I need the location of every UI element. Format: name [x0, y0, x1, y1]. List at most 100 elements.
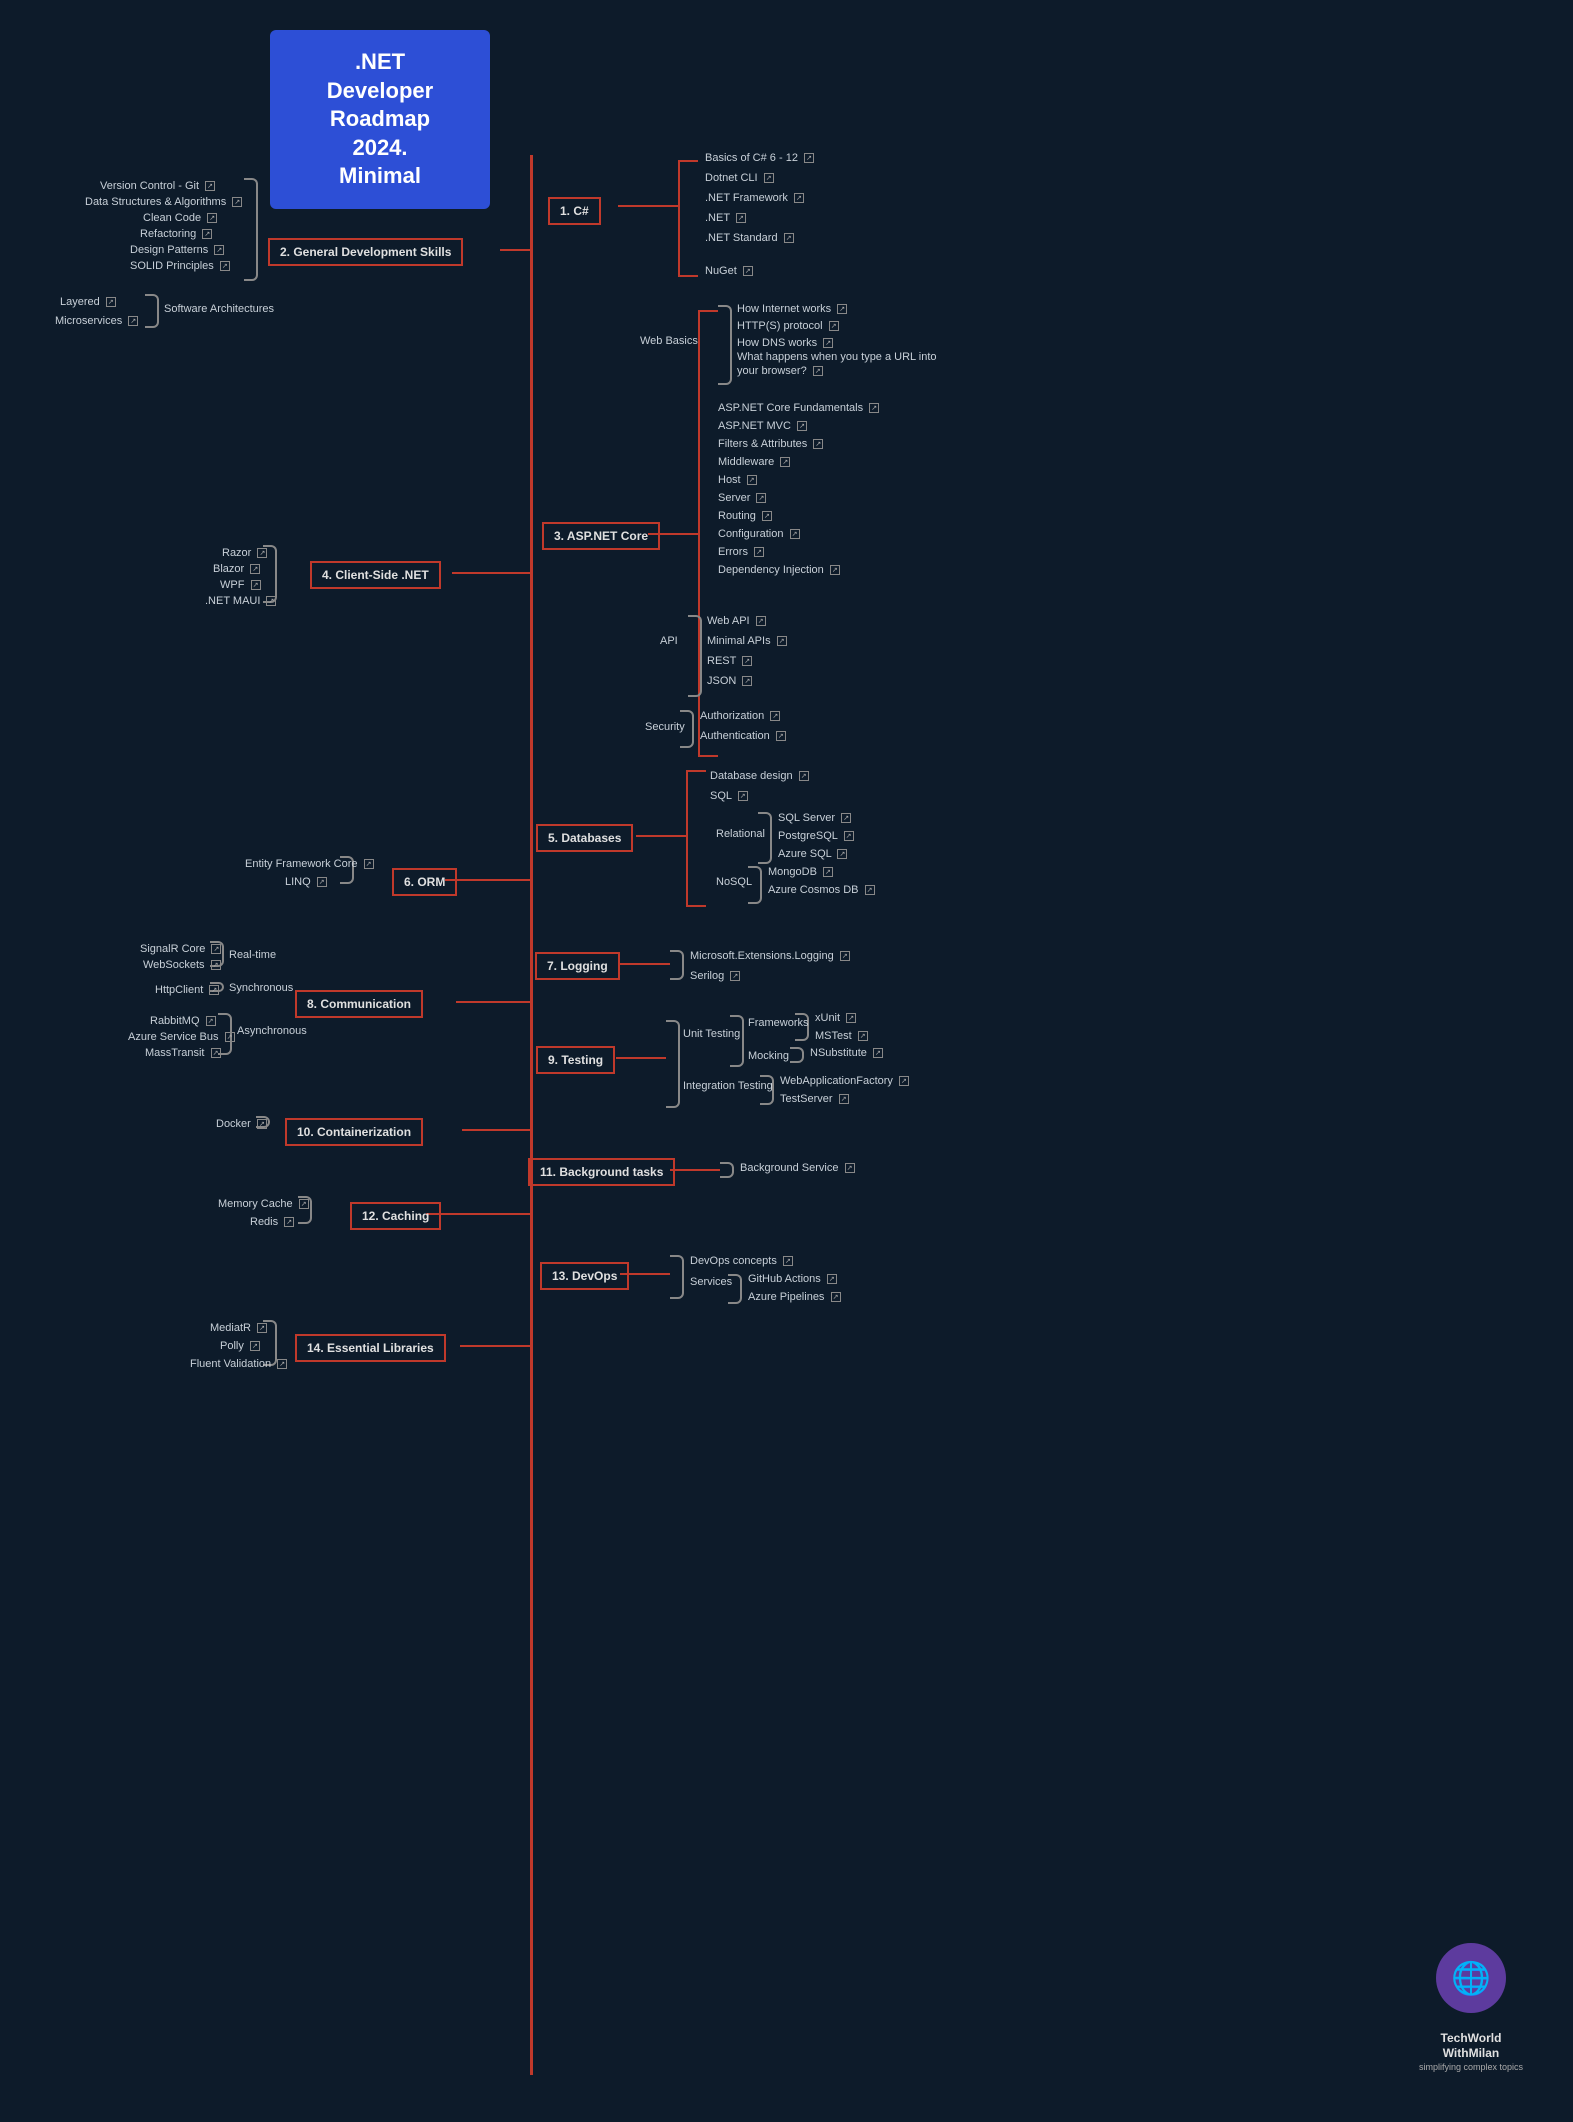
aspnet-server[interactable]: Server ↗ — [718, 492, 766, 504]
orm-ef[interactable]: Entity Framework Core ↗ — [245, 858, 374, 870]
aspnet-routing[interactable]: Routing ↗ — [718, 510, 772, 522]
csharp-nuget[interactable]: NuGet ↗ — [705, 265, 753, 277]
aspnet-web-api[interactable]: Web API ↗ — [707, 615, 766, 627]
clientside-maui[interactable]: .NET MAUI ↗ — [205, 595, 276, 607]
clientside-razor[interactable]: Razor ↗ — [222, 547, 267, 559]
essential-polly[interactable]: Polly ↗ — [220, 1340, 260, 1352]
comm-rabbitmq[interactable]: RabbitMQ ↗ — [150, 1015, 216, 1027]
container-docker[interactable]: Docker ↗ — [216, 1118, 267, 1130]
db-sqlserver[interactable]: SQL Server ↗ — [778, 812, 851, 824]
aspnet-authorization[interactable]: Authorization ↗ — [700, 710, 780, 722]
csharp-net[interactable]: .NET ↗ — [705, 212, 746, 224]
node-orm: 6. ORM — [392, 868, 457, 896]
aspnet-errors[interactable]: Errors ↗ — [718, 546, 764, 558]
realtime-label: Real-time — [229, 949, 276, 961]
db-mongodb[interactable]: MongoDB ↗ — [768, 866, 833, 878]
devops-services-label: Services — [690, 1276, 732, 1288]
testing-webappfactory[interactable]: WebApplicationFactory ↗ — [780, 1075, 909, 1087]
unit-testing-label: Unit Testing — [683, 1028, 740, 1040]
comm-h — [456, 1001, 532, 1003]
logging-ms[interactable]: Microsoft.Extensions.Logging ↗ — [690, 950, 850, 962]
devops-azure-pipelines[interactable]: Azure Pipelines ↗ — [748, 1291, 841, 1303]
aspnet-https[interactable]: HTTP(S) protocol ↗ — [737, 320, 839, 332]
csharp-net-framework[interactable]: .NET Framework ↗ — [705, 192, 804, 204]
aspnet-minimal-apis[interactable]: Minimal APIs ↗ — [707, 635, 787, 647]
aspnet-config[interactable]: Configuration ↗ — [718, 528, 800, 540]
gen-version-control[interactable]: Version Control - Git ↗ — [100, 180, 215, 192]
cache-memory[interactable]: Memory Cache ↗ — [218, 1198, 309, 1210]
aspnet-json[interactable]: JSON ↗ — [707, 675, 752, 687]
db-postgresql[interactable]: PostgreSQL ↗ — [778, 830, 854, 842]
db-bot — [686, 905, 706, 907]
arch-bracket — [145, 294, 159, 328]
aspnet-bot — [698, 755, 718, 757]
aspnet-mvc[interactable]: ASP.NET MVC ↗ — [718, 420, 807, 432]
aspnet-top — [698, 310, 718, 312]
clientside-blazor[interactable]: Blazor ↗ — [213, 563, 260, 575]
comm-masstransit[interactable]: MassTransit ↗ — [145, 1047, 221, 1059]
bg-bracket — [720, 1162, 734, 1178]
aspnet-dns[interactable]: How DNS works ↗ — [737, 337, 833, 349]
cache-h — [426, 1213, 532, 1215]
comm-httpclient[interactable]: HttpClient ↗ — [155, 984, 219, 996]
aspnet-url[interactable]: What happens when you type a URL into yo… — [737, 350, 957, 379]
aspnet-filters[interactable]: Filters & Attributes ↗ — [718, 438, 823, 450]
bg-h — [670, 1169, 720, 1171]
gen-design-patterns[interactable]: Design Patterns ↗ — [130, 244, 224, 256]
csharp-basics[interactable]: Basics of C# 6 - 12 ↗ — [705, 152, 814, 164]
db-azuresql[interactable]: Azure SQL ↗ — [778, 848, 847, 860]
csharp-net-standard[interactable]: .NET Standard ↗ — [705, 232, 794, 244]
gen-refactoring[interactable]: Refactoring ↗ — [140, 228, 212, 240]
db-h-right — [636, 835, 686, 837]
cache-redis[interactable]: Redis ↗ — [250, 1216, 294, 1228]
devops-github-actions[interactable]: GitHub Actions ↗ — [748, 1273, 837, 1285]
db-v-right — [686, 770, 688, 905]
csharp-h-top — [678, 160, 698, 162]
frameworks-label: Frameworks — [748, 1017, 809, 1029]
mocking-bracket — [790, 1047, 804, 1063]
testing-outer-bracket — [666, 1020, 680, 1108]
node-essential: 14. Essential Libraries — [295, 1334, 446, 1362]
comm-servicebus[interactable]: Azure Service Bus ↗ — [128, 1031, 235, 1043]
aspnet-fundamentals[interactable]: ASP.NET Core Fundamentals ↗ — [718, 402, 879, 414]
csharp-dotnet-cli[interactable]: Dotnet CLI ↗ — [705, 172, 774, 184]
node-databases: 5. Databases — [536, 824, 633, 852]
gen-data-structures[interactable]: Data Structures & Algorithms ↗ — [85, 196, 242, 208]
comm-signalr[interactable]: SignalR Core ↗ — [140, 943, 221, 955]
api-label: API — [660, 635, 678, 647]
aspnet-middleware[interactable]: Middleware ↗ — [718, 456, 790, 468]
aspnet-rest[interactable]: REST ↗ — [707, 655, 752, 667]
gen-microservices[interactable]: Microservices ↗ — [55, 315, 138, 327]
db-sql[interactable]: SQL ↗ — [710, 790, 748, 802]
essential-fluent[interactable]: Fluent Validation ↗ — [190, 1358, 287, 1370]
general-h-line — [500, 249, 532, 251]
bg-service[interactable]: Background Service ↗ — [740, 1162, 855, 1174]
clientside-wpf[interactable]: WPF ↗ — [220, 579, 261, 591]
aspnet-host[interactable]: Host ↗ — [718, 474, 757, 486]
db-design[interactable]: Database design ↗ — [710, 770, 809, 782]
testing-xunit[interactable]: xUnit ↗ — [815, 1012, 856, 1024]
testing-mstest[interactable]: MSTest ↗ — [815, 1030, 868, 1042]
gen-clean-code[interactable]: Clean Code ↗ — [143, 212, 217, 224]
orm-h — [445, 879, 532, 881]
essential-mediatr[interactable]: MediatR ↗ — [210, 1322, 267, 1334]
gen-layered[interactable]: Layered ↗ — [60, 296, 116, 308]
logging-serilog[interactable]: Serilog ↗ — [690, 970, 740, 982]
devops-concepts[interactable]: DevOps concepts ↗ — [690, 1255, 793, 1267]
node-caching: 12. Caching — [350, 1202, 441, 1230]
gen-solid[interactable]: SOLID Principles ↗ — [130, 260, 230, 272]
aspnet-authentication[interactable]: Authentication ↗ — [700, 730, 786, 742]
aspnet-di[interactable]: Dependency Injection ↗ — [718, 564, 840, 576]
testing-nsubstitute[interactable]: NSubstitute ↗ — [810, 1047, 883, 1059]
db-cosmos[interactable]: Azure Cosmos DB ↗ — [768, 884, 875, 896]
container-h — [462, 1129, 532, 1131]
node-csharp: 1. C# — [548, 197, 601, 225]
web-basics-label: Web Basics — [640, 335, 698, 347]
security-label: Security — [645, 721, 685, 733]
comm-websockets[interactable]: WebSockets ↗ — [143, 959, 221, 971]
orm-linq[interactable]: LINQ ↗ — [285, 876, 327, 888]
testing-testserver[interactable]: TestServer ↗ — [780, 1093, 849, 1105]
node-containerization: 10. Containerization — [285, 1118, 423, 1146]
aspnet-how-internet[interactable]: How Internet works ↗ — [737, 303, 847, 315]
essential-h — [460, 1345, 532, 1347]
